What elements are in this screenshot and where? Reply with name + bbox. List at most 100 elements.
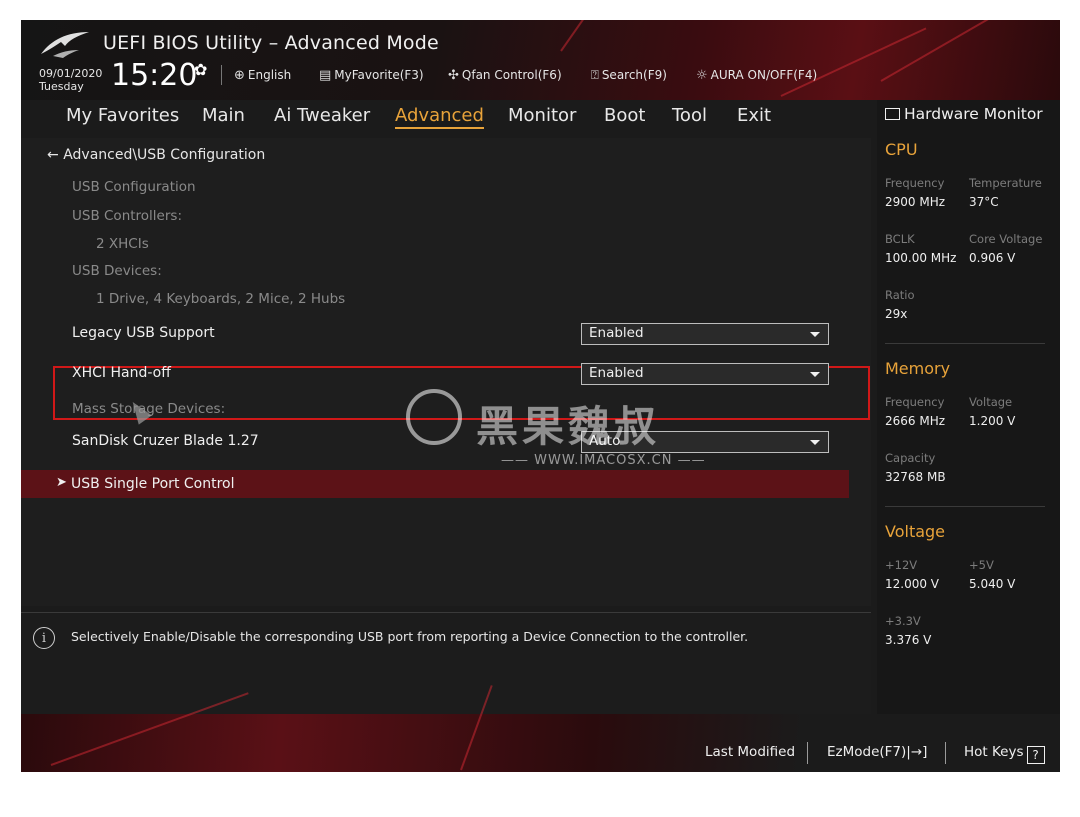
usb-controllers-label: USB Controllers: — [72, 208, 182, 224]
main-panel: ← Advanced\USB Configuration USB Configu… — [21, 138, 871, 606]
hardware-monitor-title: Hardware Monitor — [885, 105, 1043, 123]
v5-value: 5.040 V — [969, 577, 1016, 591]
cpu-heading: CPU — [885, 140, 918, 159]
tab-my-favorites[interactable]: My Favorites — [66, 105, 179, 126]
usb-devices-value: 1 Drive, 4 Keyboards, 2 Mice, 2 Hubs — [96, 291, 346, 307]
tab-advanced[interactable]: Advanced — [395, 105, 484, 129]
ezmode-label: EzMode(F7)| — [827, 744, 911, 760]
tab-main[interactable]: Main — [202, 105, 245, 126]
memory-voltage-label: Voltage — [969, 395, 1013, 409]
info-icon: i — [33, 627, 55, 649]
usb-controllers-value: 2 XHCIs — [96, 236, 149, 252]
ezmode-button[interactable]: EzMode(F7)|→] — [827, 744, 927, 760]
aura-label: AURA ON/OFF(F4) — [710, 68, 818, 82]
rog-logo-icon — [41, 32, 89, 58]
globe-icon: ⊕ — [234, 68, 245, 83]
memory-frequency-label: Frequency — [885, 395, 945, 409]
divider — [807, 742, 808, 764]
legacy-usb-select[interactable]: Enabled — [581, 323, 829, 345]
clock[interactable]: 15:20 — [111, 58, 197, 93]
v5-label: +5V — [969, 558, 994, 572]
search-help-icon: ⍰ — [591, 68, 599, 83]
capacity-value: 32768 MB — [885, 470, 946, 484]
usb-single-port-control-item[interactable]: ➤ USB Single Port Control — [21, 470, 849, 498]
v33-label: +3.3V — [885, 614, 921, 628]
hardware-monitor-panel: Hardware Monitor CPU Frequency Temperatu… — [877, 100, 1060, 714]
tab-ai-tweaker[interactable]: Ai Tweaker — [274, 105, 370, 126]
core-voltage-value: 0.906 V — [969, 251, 1016, 265]
gear-icon[interactable]: ✿ — [194, 60, 207, 79]
decor-streak — [560, 20, 631, 52]
memory-frequency-value: 2666 MHz — [885, 414, 946, 428]
divider — [221, 65, 222, 85]
voltage-heading: Voltage — [885, 522, 946, 541]
search-button[interactable]: ⍰ Search(F9) — [591, 68, 667, 83]
main-nav: My Favorites Main Ai Tweaker Advanced Mo… — [21, 100, 871, 138]
usb-devices-label: USB Devices: — [72, 263, 162, 279]
monitor-icon — [885, 108, 900, 120]
cpu-temperature-label: Temperature — [969, 176, 1042, 190]
xhci-handoff-select[interactable]: Enabled — [581, 363, 829, 385]
tab-tool[interactable]: Tool — [672, 105, 707, 126]
hardware-monitor-label: Hardware Monitor — [904, 105, 1043, 123]
fan-icon: ✣ — [448, 68, 459, 83]
date-display[interactable]: 09/01/2020 Tuesday — [39, 67, 102, 93]
aura-light-icon: ☼ — [696, 68, 708, 83]
core-voltage-label: Core Voltage — [969, 232, 1043, 246]
app-title: UEFI BIOS Utility – Advanced Mode — [103, 32, 439, 54]
help-panel: i Selectively Enable/Disable the corresp… — [21, 612, 871, 715]
last-modified-button[interactable]: Last Modified — [705, 744, 795, 760]
v12-value: 12.000 V — [885, 577, 940, 591]
decor-streak — [780, 27, 927, 97]
myfavorite-button[interactable]: ▤ MyFavorite(F3) — [319, 68, 424, 83]
chevron-down-icon — [810, 440, 820, 445]
header: UEFI BIOS Utility – Advanced Mode 09/01/… — [21, 20, 1060, 100]
capacity-label: Capacity — [885, 451, 936, 465]
cpu-temperature-value: 37°C — [969, 195, 999, 209]
exit-arrow-icon: →] — [910, 744, 928, 760]
sandisk-select[interactable]: Auto — [581, 431, 829, 453]
back-arrow-icon[interactable]: ← — [47, 147, 59, 163]
decor-streak — [880, 20, 1055, 82]
v12-label: +12V — [885, 558, 918, 572]
sandisk-value: Auto — [589, 433, 621, 449]
myfavorite-label: MyFavorite(F3) — [334, 68, 424, 82]
cpu-frequency-label: Frequency — [885, 176, 945, 190]
legacy-usb-label: Legacy USB Support — [72, 325, 215, 341]
hotkeys-label: Hot Keys — [964, 744, 1024, 760]
hotkeys-button[interactable]: Hot Keys? — [964, 744, 1045, 764]
footer: Last Modified EzMode(F7)|→] Hot Keys? — [21, 685, 1060, 772]
chevron-down-icon — [810, 372, 820, 377]
language-button[interactable]: ⊕ English — [234, 68, 291, 83]
usb-config-heading: USB Configuration — [72, 179, 196, 195]
divider — [885, 506, 1045, 507]
tab-boot[interactable]: Boot — [604, 105, 645, 126]
qfan-label: Qfan Control(F6) — [461, 68, 562, 82]
favorite-list-icon: ▤ — [319, 68, 332, 83]
aura-button[interactable]: ☼ AURA ON/OFF(F4) — [696, 68, 817, 83]
bclk-label: BCLK — [885, 232, 915, 246]
chevron-down-icon — [810, 332, 820, 337]
tab-exit[interactable]: Exit — [737, 105, 771, 126]
xhci-handoff-label: XHCI Hand-off — [72, 365, 171, 381]
xhci-handoff-value: Enabled — [589, 365, 644, 381]
sandisk-label: SanDisk Cruzer Blade 1.27 — [72, 433, 259, 449]
breadcrumb-path: Advanced\USB Configuration — [63, 147, 266, 163]
legacy-usb-value: Enabled — [589, 325, 644, 341]
qfan-button[interactable]: ✣ Qfan Control(F6) — [448, 68, 562, 83]
tab-monitor[interactable]: Monitor — [508, 105, 576, 126]
date-value: 09/01/2020 — [39, 67, 103, 80]
bclk-value: 100.00 MHz — [885, 251, 957, 265]
ratio-value: 29x — [885, 307, 908, 321]
search-label: Search(F9) — [601, 68, 667, 82]
chevron-right-icon: ➤ — [56, 475, 67, 490]
breadcrumb[interactable]: ← Advanced\USB Configuration — [47, 147, 265, 163]
memory-heading: Memory — [885, 359, 951, 378]
submenu-label: USB Single Port Control — [71, 476, 235, 492]
bios-window: UEFI BIOS Utility – Advanced Mode 09/01/… — [21, 20, 1060, 772]
memory-voltage-value: 1.200 V — [969, 414, 1016, 428]
v33-value: 3.376 V — [885, 633, 932, 647]
ratio-label: Ratio — [885, 288, 915, 302]
divider — [885, 343, 1045, 344]
cpu-frequency-value: 2900 MHz — [885, 195, 946, 209]
